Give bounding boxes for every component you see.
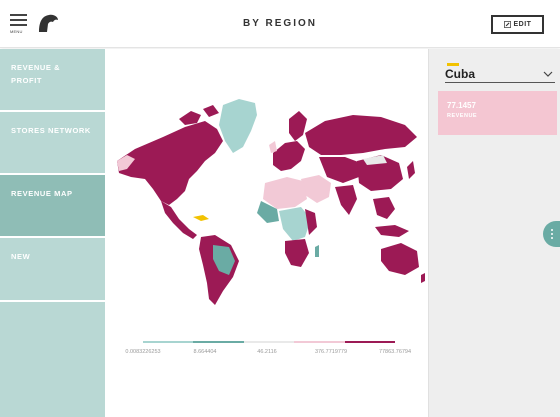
map-region-uk[interactable] [269, 141, 277, 153]
sidebar-item-label: STORES NETWORK [11, 126, 91, 135]
legend-label: 0.0083226253 [125, 349, 161, 355]
legend-labels: 0.0083226253 8.664404 46.2116 376.771977… [119, 349, 429, 361]
country-select[interactable]: Cuba [445, 67, 555, 83]
map-region-southeast-asia[interactable] [373, 197, 395, 219]
metric-value: 77.1457 [447, 101, 476, 110]
legend-label: 46.2116 [257, 349, 277, 355]
legend-label: 8.664404 [193, 349, 217, 355]
world-map[interactable] [105, 49, 428, 339]
map-region-greenland[interactable] [219, 99, 257, 153]
edit-button[interactable]: EDIT [491, 15, 544, 34]
map-region-north-america[interactable] [117, 121, 223, 205]
menu-icon-bar [10, 14, 27, 16]
legend-segment [294, 341, 345, 343]
revenue-metric-card: 77.1457 REVENUE [438, 91, 557, 135]
map-region-india[interactable] [335, 185, 357, 215]
map-region-arctic-islands[interactable] [179, 105, 219, 125]
more-vertical-icon [551, 237, 553, 239]
sidebar-empty-area [0, 302, 105, 417]
map-region-south-africa[interactable] [285, 239, 309, 267]
sidebar-item-label: REVENUE & PROFIT [11, 63, 61, 85]
map-region-cuba[interactable] [193, 215, 209, 221]
legend-segment [193, 341, 244, 343]
more-vertical-icon [551, 233, 553, 235]
sidebar-item-stores-network[interactable]: STORES NETWORK [0, 112, 105, 175]
map-region-australia[interactable] [381, 243, 419, 275]
country-detail-panel: Cuba 77.1457 REVENUE [428, 49, 560, 417]
menu-button[interactable]: MENU [10, 14, 30, 36]
sidebar-item-revenue-map[interactable]: REVENUE MAP [0, 175, 113, 238]
chevron-down-icon [543, 71, 553, 77]
map-region-madagascar[interactable] [315, 245, 319, 257]
map-region-russia[interactable] [305, 115, 417, 155]
sidebar-item-revenue-profit[interactable]: REVENUE & PROFIT [0, 49, 105, 112]
top-header: MENU BY REGION EDIT [0, 0, 560, 48]
legend-segment [143, 341, 194, 343]
page-title: BY REGION [243, 18, 317, 29]
select-accent-bar [447, 63, 459, 66]
sidebar-item-new[interactable]: NEW [0, 238, 105, 302]
edit-button-label: EDIT [513, 21, 532, 28]
map-region-japan[interactable] [407, 161, 415, 179]
map-region-central-asia[interactable] [319, 157, 361, 183]
revenue-map-area: 0.0083226253 8.664404 46.2116 376.771977… [105, 49, 428, 417]
map-region-indonesia[interactable] [375, 225, 409, 237]
menu-icon-bar [10, 19, 27, 21]
selected-country: Cuba [445, 67, 475, 81]
map-region-new-zealand[interactable] [421, 273, 425, 283]
legend-segment [243, 341, 295, 343]
metric-label: REVENUE [447, 113, 478, 119]
sidebar-item-label: NEW [11, 252, 31, 261]
map-region-central-america[interactable] [161, 201, 197, 239]
legend-label: 376.7719779 [314, 349, 348, 355]
legend-segment [344, 341, 396, 343]
menu-label: MENU [10, 29, 23, 34]
map-region-scandinavia[interactable] [289, 111, 307, 141]
map-region-north-africa[interactable] [263, 177, 307, 209]
legend-label: 77863.76794 [378, 349, 412, 355]
menu-icon-bar [10, 24, 27, 26]
map-region-europe[interactable] [273, 141, 305, 171]
sidebar-nav: REVENUE & PROFIT STORES NETWORK REVENUE … [0, 49, 113, 417]
more-vertical-icon [551, 229, 553, 231]
sidebar-item-label: REVENUE MAP [11, 189, 73, 198]
pencil-icon [503, 21, 511, 28]
logo-icon [39, 14, 58, 32]
